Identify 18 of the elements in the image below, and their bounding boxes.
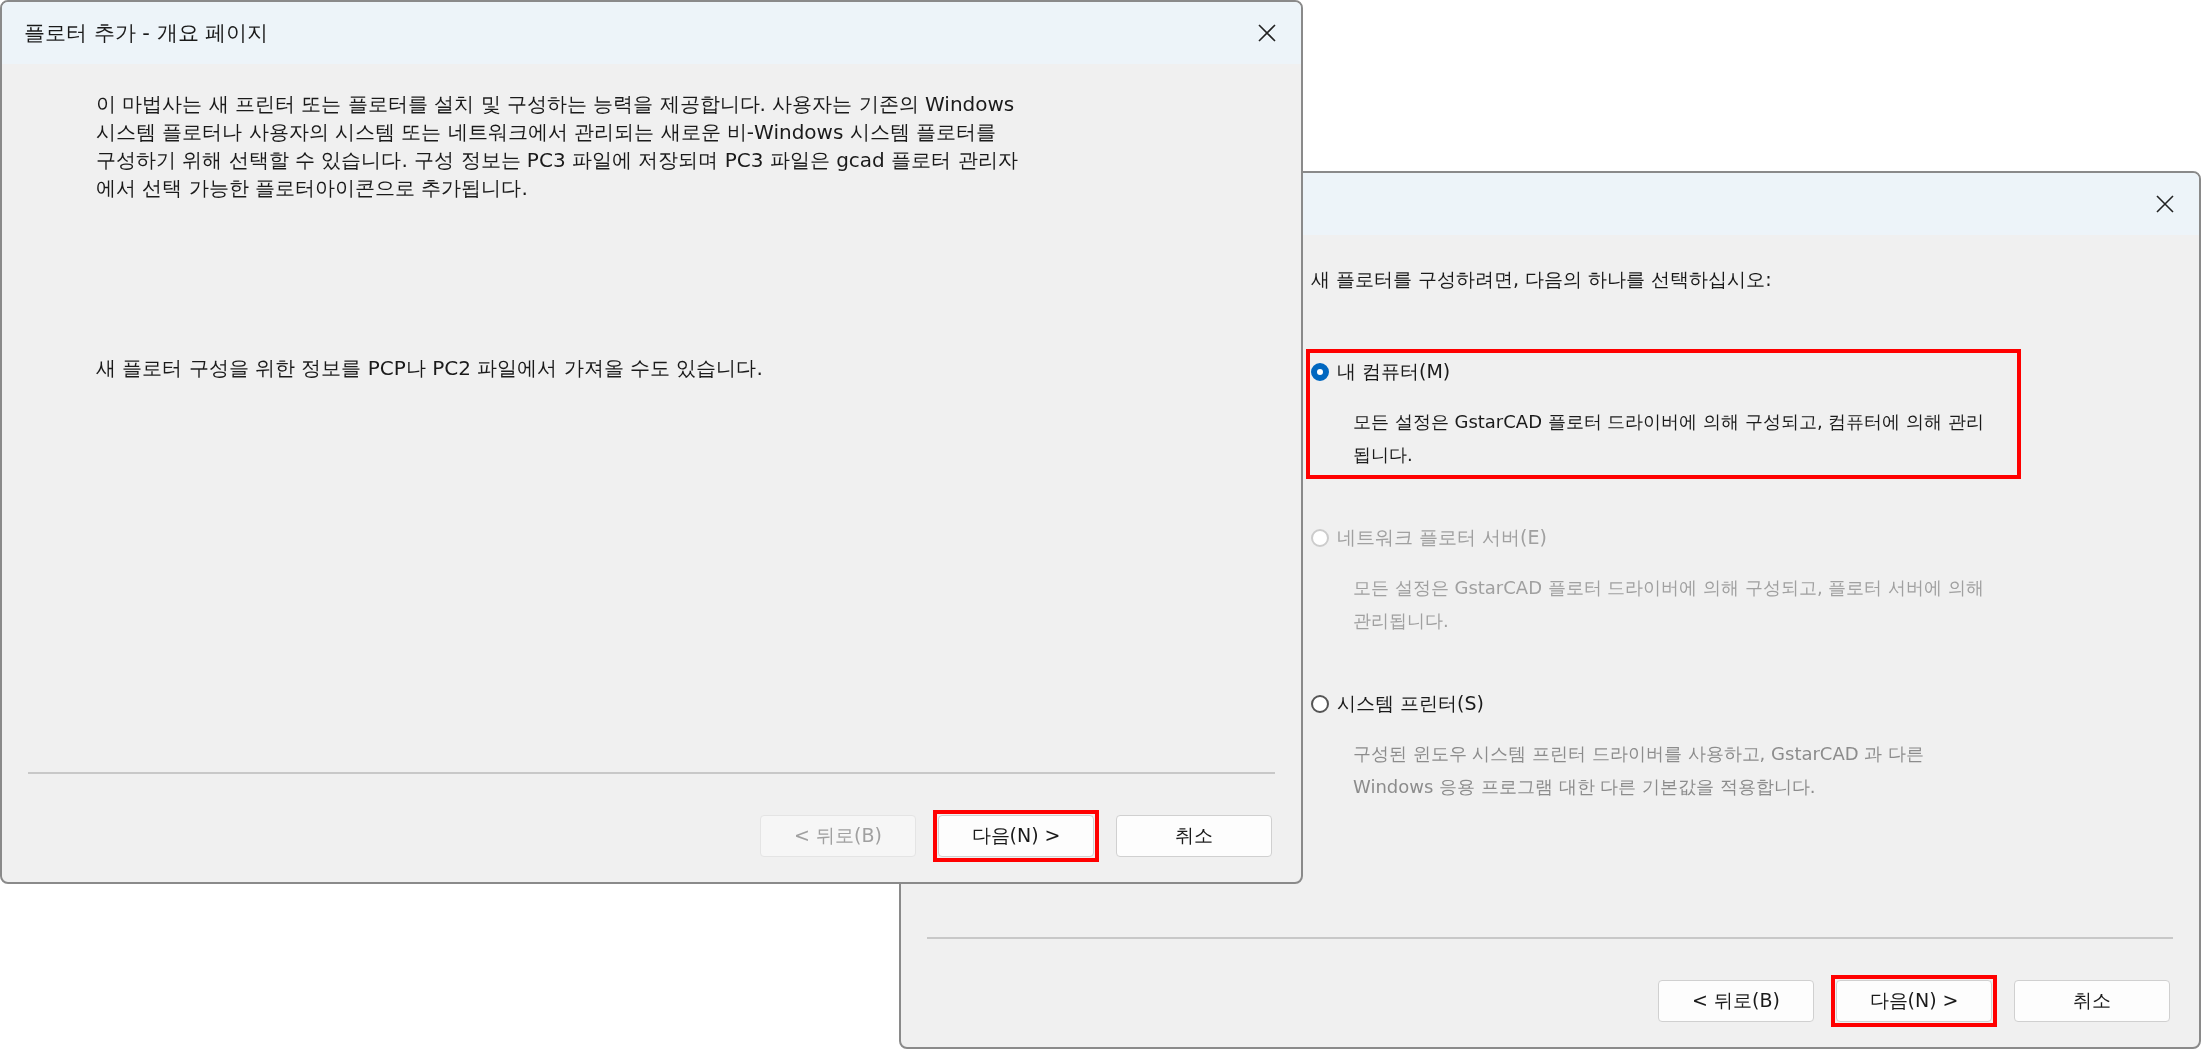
dialog-button[interactable]: 취소 [2014,980,2170,1022]
option-description: 구성된 윈도우 시스템 프린터 드라이버를 사용하고, GstarCAD 과 다른 Windows 응용 프로그램 대한 다른 기본값을 적용합니다. [1353,742,1926,799]
radio-button[interactable] [1311,363,1329,381]
option-description: 모든 설정은 GstarCAD 플로터 드라이버에 의해 구성되고, 컴퓨터에 의해 관리됩니다. [1353,410,1985,467]
instruction-text: 새 플로터를 구성하려면, 다음의 하나를 선택하십시오: [1311,267,1773,292]
description-text: 새 플로터 구성을 위한 정보를 PCP나 PC2 파일에서 가져올 수도 있습니다. [96,355,764,382]
dialog-button[interactable]: 취소 [1116,815,1272,857]
dialog-button[interactable]: 다음(N) > [938,815,1094,857]
close-icon[interactable] [1257,23,1277,43]
description-text: 이 마법사는 새 프린터 또는 플로터를 설치 및 구성하는 능력을 제공합니다. 사용자는 기존의 Windows 시스템 플로터나 사용자의 시스템 또는 네트워크에서 관리되는 새로운 비-Windows 시스템 플로터를 구성하기 위해 선택할 수 있습니다. 구성 정보는 PC3 파일에 저장되며 PC3 파일은 gcad 플로터 관리자에서 선택 가능한 플로터아이콘으로 추가됩니다. [96,91,1019,202]
dialog-button[interactable]: < 뒤로(B) [1658,980,1814,1022]
close-icon[interactable] [2155,194,2175,214]
window-title: 플로터 추가 - 개요 페이지 [24,20,269,47]
radio-button[interactable] [1311,695,1329,713]
option-label[interactable]: 시스템 프린터(S) [1337,691,1484,717]
dialog-button[interactable]: 다음(N) > [1836,980,1992,1022]
option-description: 모든 설정은 GstarCAD 플로터 드라이버에 의해 구성되고, 플로터 서버에 의해 관리됩니다. [1353,576,1985,633]
option-label[interactable]: 내 컴퓨터(M) [1337,359,1451,385]
